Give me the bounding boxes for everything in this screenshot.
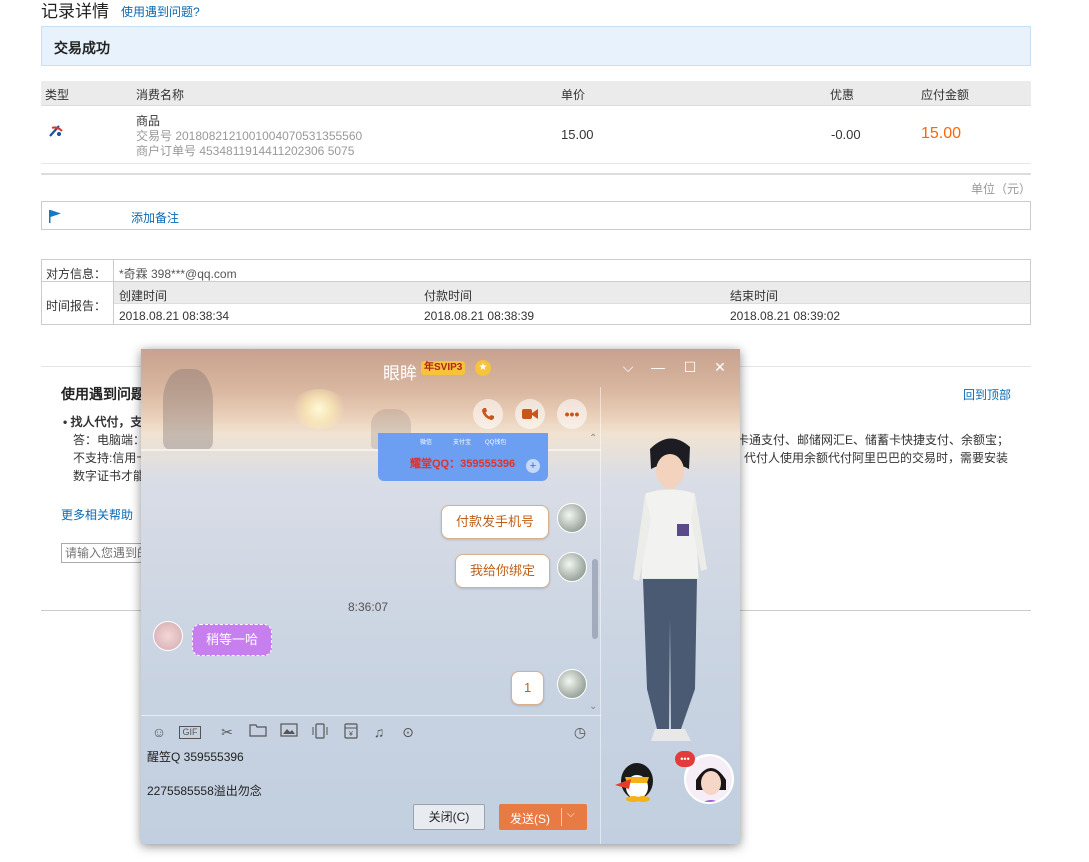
wechat-label: 微信 bbox=[420, 440, 433, 446]
chevron-down-icon[interactable]: ⌵ bbox=[567, 809, 575, 820]
col-price: 单价 bbox=[561, 88, 586, 102]
alipay-type-icon bbox=[47, 122, 65, 140]
chevron-down-icon[interactable]: ⌵ bbox=[620, 359, 636, 375]
paid-label: 付款时间 bbox=[424, 289, 473, 303]
help-question: • 找人代付，支 bbox=[63, 415, 143, 429]
input-line: 2275585558溢出勿念 bbox=[147, 784, 262, 798]
note-row: 添加备注 bbox=[41, 201, 1031, 230]
col-type: 类型 bbox=[45, 88, 70, 102]
back-to-top-link[interactable]: 回到顶部 bbox=[963, 386, 1011, 403]
chat-toolbar: ☺ GIF ✂ ¥ ♫ ⊙ ◷ bbox=[141, 715, 601, 745]
zoom-icon[interactable]: + bbox=[526, 459, 540, 473]
message-bubble-sent[interactable]: 付款发手机号 bbox=[441, 505, 550, 539]
image-icon[interactable] bbox=[279, 723, 299, 741]
flag-icon bbox=[48, 209, 62, 223]
panel-divider bbox=[600, 387, 601, 844]
help-search-input[interactable] bbox=[61, 543, 151, 563]
col-discount: 优惠 bbox=[830, 88, 855, 102]
input-line: 醒笠Q 359555396 bbox=[147, 750, 244, 764]
message-bubble-sent[interactable]: 我给你绑定 bbox=[455, 554, 551, 588]
minimize-icon[interactable]: — bbox=[650, 359, 666, 375]
avatar[interactable] bbox=[153, 621, 183, 651]
collapse-icon[interactable]: ⌃ bbox=[589, 433, 597, 444]
ended-time: 2018.08.21 08:39:02 bbox=[730, 309, 841, 323]
help-answer-line2-right: 代付人使用余额代付阿里巴巴的交易时，需要安装 bbox=[744, 451, 1009, 465]
video-call-icon[interactable] bbox=[515, 399, 545, 429]
merchant-order-number: 商户订单号 4534811914411202306 5075 bbox=[136, 144, 355, 158]
red-packet-icon[interactable]: ¥ bbox=[341, 723, 361, 741]
avatar[interactable] bbox=[557, 669, 587, 699]
divider bbox=[41, 173, 1031, 175]
emoji-icon[interactable]: ☺ bbox=[149, 723, 169, 741]
more-tools-icon[interactable]: ⊙ bbox=[398, 723, 418, 741]
message-input[interactable]: 醒笠Q 359555396 2275585558溢出勿念 bbox=[147, 749, 597, 799]
chat-scrollbar[interactable] bbox=[592, 559, 598, 639]
qqwallet-label: QQ钱包 bbox=[485, 440, 507, 446]
scroll-down-icon[interactable]: ⌄ bbox=[589, 701, 597, 712]
add-note-link[interactable]: 添加备注 bbox=[131, 209, 179, 226]
close-icon[interactable]: ✕ bbox=[712, 359, 728, 375]
col-amount: 应付金额 bbox=[921, 88, 970, 102]
help-link[interactable]: 使用遇到问题? bbox=[121, 3, 200, 20]
character-figure bbox=[625, 429, 715, 769]
maximize-icon[interactable]: ☐ bbox=[682, 359, 698, 375]
alipay-label: 支付宝 bbox=[453, 440, 472, 446]
send-button[interactable]: 发送(S) ⌵ bbox=[499, 804, 587, 830]
counterpart-value: *奇霖 398***@qq.com bbox=[119, 267, 237, 281]
send-button-label: 发送(S) bbox=[510, 812, 550, 826]
svg-text:¥: ¥ bbox=[349, 731, 353, 738]
time-report-label: 时间报告： bbox=[46, 299, 107, 313]
message-time: 8:36:07 bbox=[348, 600, 389, 614]
scissors-icon[interactable]: ✂ bbox=[217, 723, 237, 741]
counterpart-label: 对方信息： bbox=[46, 267, 107, 281]
col-name: 消费名称 bbox=[136, 88, 185, 102]
more-help-link[interactable]: 更多相关帮助 bbox=[61, 506, 133, 523]
shake-icon[interactable] bbox=[310, 723, 330, 741]
status-panel: 交易成功 bbox=[41, 26, 1031, 66]
help-answer-line2: 不支持:信用卡 bbox=[73, 451, 149, 465]
vip-badge: 年SVIP3 bbox=[421, 361, 466, 375]
music-icon[interactable]: ♫ bbox=[369, 723, 389, 741]
close-button[interactable]: 关闭(C) bbox=[413, 804, 485, 830]
created-time: 2018.08.21 08:38:34 bbox=[119, 309, 230, 323]
help-answer-line3: 数字证书才能 bbox=[73, 469, 146, 483]
contact-name: 眼眸 bbox=[383, 364, 417, 383]
paid-time: 2018.08.21 08:38:39 bbox=[424, 309, 535, 323]
status-text: 交易成功 bbox=[54, 40, 110, 56]
message-bubble-received[interactable]: 稍等一哈 bbox=[192, 624, 273, 656]
help-answer-line1: 答：电脑端： bbox=[73, 433, 146, 447]
history-clock-icon[interactable]: ◷ bbox=[570, 723, 590, 741]
unit-label: 单位（元） bbox=[970, 182, 1031, 196]
table-header: 类型 消费名称 单价 优惠 应付金额 bbox=[41, 81, 1031, 106]
unit-price: 15.00 bbox=[561, 127, 594, 142]
ended-label: 结束时间 bbox=[730, 289, 779, 303]
sun-decoration bbox=[291, 389, 347, 429]
vip-crown-icon: ★ bbox=[475, 360, 491, 376]
amount-due: 15.00 bbox=[921, 125, 962, 142]
help-answer-line1-right: 卡通支付、邮储网汇E、储蓄卡快捷支付、余额宝； bbox=[737, 433, 1010, 447]
chat-window[interactable]: 眼眸 年SVIP3 ★ ⌵ — ☐ ✕ ••• 微信 支付宝 QQ钱包 耀堂QQ… bbox=[141, 349, 740, 844]
info-table: 对方信息： *奇霖 398***@qq.com 时间报告： 创建时间 付款时间 … bbox=[41, 259, 1031, 325]
payment-card-image[interactable]: 微信 支付宝 QQ钱包 耀堂QQ：359555396 + bbox=[378, 433, 548, 481]
table-row: 商品 交易号 2018082121001004070531355560 商户订单… bbox=[41, 106, 1031, 164]
folder-icon[interactable] bbox=[248, 723, 268, 741]
gif-icon[interactable]: GIF bbox=[179, 726, 201, 739]
page-title: 记录详情 bbox=[41, 2, 109, 21]
message-bubble-sent[interactable]: 1 bbox=[511, 671, 545, 705]
discount-value: -0.00 bbox=[831, 127, 861, 142]
card-text: 耀堂QQ：359555396 bbox=[410, 458, 516, 470]
chat-titlebar[interactable]: 眼眸 年SVIP3 ★ ⌵ — ☐ ✕ bbox=[141, 349, 740, 387]
avatar[interactable] bbox=[557, 552, 587, 582]
avatar[interactable] bbox=[557, 503, 587, 533]
phone-call-icon[interactable] bbox=[473, 399, 503, 429]
chat-bubble-icon[interactable]: ••• bbox=[675, 751, 695, 767]
more-options-icon[interactable]: ••• bbox=[557, 399, 587, 429]
created-label: 创建时间 bbox=[119, 289, 168, 303]
qq-penguin-icon[interactable] bbox=[611, 759, 659, 803]
divider bbox=[561, 808, 562, 826]
help-title: 使用遇到问题 bbox=[61, 386, 145, 402]
